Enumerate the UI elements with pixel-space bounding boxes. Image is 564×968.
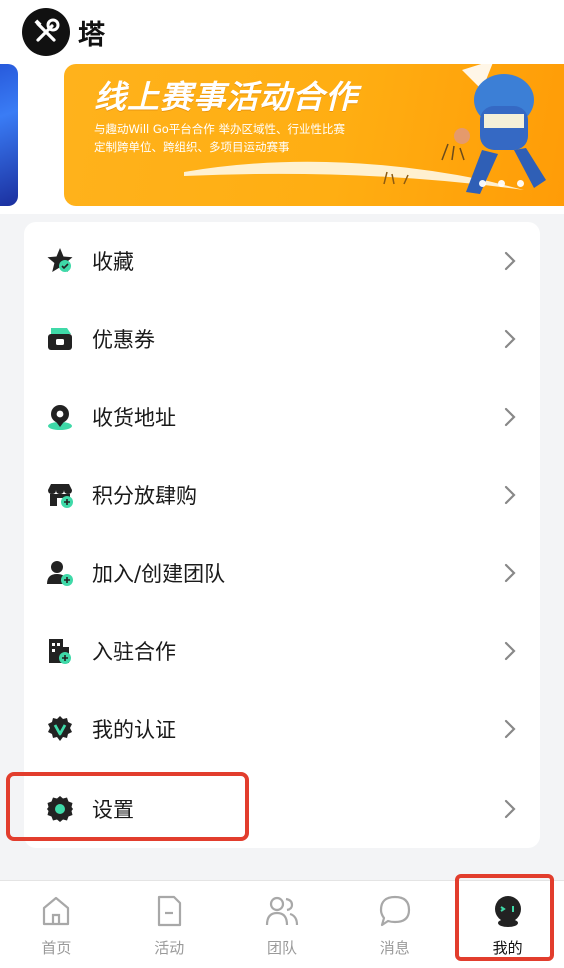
chat-bubble-icon xyxy=(379,895,410,927)
menu-item-coupons[interactable]: 优惠券 xyxy=(24,300,540,378)
chevron-right-icon xyxy=(504,329,516,349)
profile-menu: 收藏 优惠券 收货地址 积分放肆购 加入/创建团队 入驻合作 我的认证 设置 xyxy=(24,222,540,848)
menu-item-label: 我的认证 xyxy=(92,718,176,742)
star-icon xyxy=(44,245,76,277)
tab-label: 活动 xyxy=(154,939,185,957)
chevron-right-icon xyxy=(504,563,516,583)
coupon-icon xyxy=(44,323,76,355)
home-icon xyxy=(43,896,70,926)
tab-messages[interactable]: 消息 xyxy=(338,881,451,968)
location-pin-icon xyxy=(44,401,76,433)
menu-item-favorites[interactable]: 收藏 xyxy=(24,222,540,300)
banner-slide-previous[interactable] xyxy=(0,64,18,206)
carousel-dot[interactable] xyxy=(479,180,486,187)
menu-item-partnership[interactable]: 入驻合作 xyxy=(24,612,540,690)
banner-subtitle: 与趣动Will Go平台合作 举办区域性、行业性比赛 定制跨单位、跨组织、多项目… xyxy=(94,120,394,156)
menu-item-label: 入驻合作 xyxy=(92,640,176,664)
banner-carousel[interactable]: 线上赛事活动合作 与趣动Will Go平台合作 举办区域性、行业性比赛 定制跨单… xyxy=(0,64,564,214)
tab-label: 首页 xyxy=(41,939,72,957)
banner-subtitle-line-1: 与趣动Will Go平台合作 举办区域性、行业性比赛 xyxy=(94,122,345,136)
menu-item-address[interactable]: 收货地址 xyxy=(24,378,540,456)
highlight-box-mine-tab xyxy=(455,874,554,961)
tab-label: 团队 xyxy=(266,939,297,957)
menu-item-label: 收货地址 xyxy=(92,406,176,430)
shop-icon xyxy=(44,479,76,511)
carousel-dot[interactable] xyxy=(498,180,505,187)
highlight-box-settings xyxy=(6,772,249,841)
tab-home[interactable]: 首页 xyxy=(0,881,113,968)
tab-activities[interactable]: 活动 xyxy=(113,881,226,968)
menu-item-label: 积分放肆购 xyxy=(92,484,197,508)
chevron-right-icon xyxy=(504,251,516,271)
banner-title: 线上赛事活动合作 xyxy=(94,78,359,116)
top-bar: 塔 xyxy=(0,0,564,64)
carousel-indicator xyxy=(479,180,524,187)
chevron-right-icon xyxy=(504,719,516,739)
menu-item-label: 收藏 xyxy=(92,250,134,274)
page-title: 塔 xyxy=(78,19,105,51)
menu-item-join-team[interactable]: 加入/创建团队 xyxy=(24,534,540,612)
wrench-screwdriver-icon[interactable] xyxy=(22,8,70,56)
menu-item-label: 加入/创建团队 xyxy=(92,562,226,586)
tab-label: 消息 xyxy=(379,939,410,957)
chevron-right-icon xyxy=(504,485,516,505)
tab-team[interactable]: 团队 xyxy=(226,881,339,968)
carousel-dot[interactable] xyxy=(517,180,524,187)
team-icon xyxy=(265,896,299,926)
chevron-right-icon xyxy=(504,407,516,427)
add-user-icon xyxy=(44,557,76,589)
chevron-right-icon xyxy=(504,799,516,819)
profile-page: 塔 线上赛事活动合作 与趣动Will Go平台合作 举办区域性、行业性比赛 定制… xyxy=(0,0,564,968)
menu-item-points-shop[interactable]: 积分放肆购 xyxy=(24,456,540,534)
chevron-right-icon xyxy=(504,641,516,661)
document-icon xyxy=(158,895,182,927)
banner-slide-current[interactable]: 线上赛事活动合作 与趣动Will Go平台合作 举办区域性、行业性比赛 定制跨单… xyxy=(64,64,564,206)
building-icon xyxy=(44,635,76,667)
menu-item-label: 优惠券 xyxy=(92,328,155,352)
menu-item-verification[interactable]: 我的认证 xyxy=(24,690,540,768)
verified-badge-icon xyxy=(44,713,76,745)
